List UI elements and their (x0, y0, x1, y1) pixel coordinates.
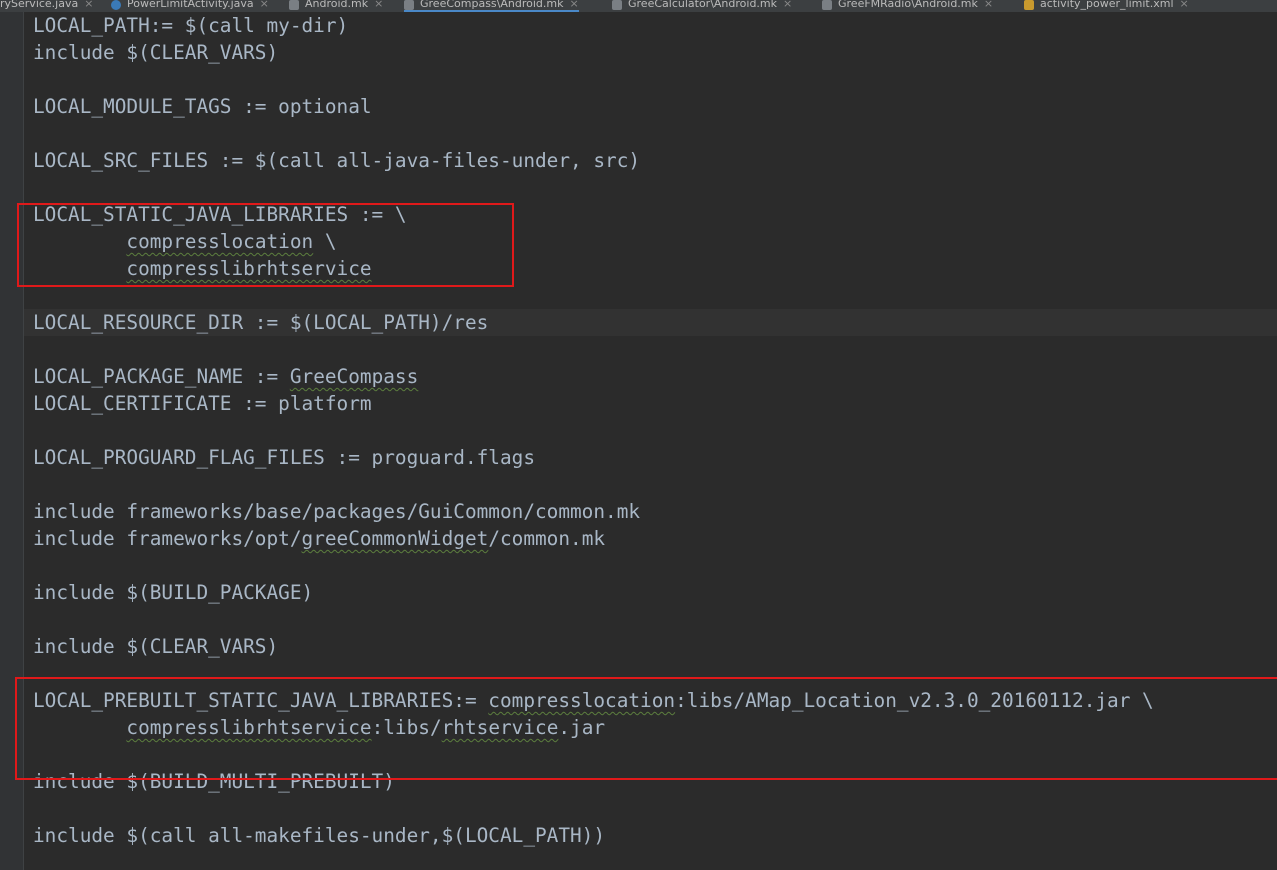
close-icon[interactable]: × (374, 0, 383, 10)
code-line-6: LOCAL_SRC_FILES := $(call all-java-files… (33, 149, 641, 172)
editor-tab-bar: ryService.java × PowerLimitActivity.java ×… (0, 0, 1277, 12)
tab-ryservice-java[interactable]: ryService.java × (0, 0, 93, 12)
code-line-19: include frameworks/base/packages/GuiComm… (33, 500, 641, 523)
tab-activity-power-limit-xml[interactable]: activity_power_limit.xml × (1024, 0, 1189, 12)
makefile-icon (612, 0, 622, 10)
java-class-icon (111, 0, 121, 10)
code-line-14: LOCAL_PACKAGE_NAME := GreeCompass (33, 365, 419, 388)
highlight-box-static-libraries (17, 203, 514, 287)
tab-android-mk[interactable]: Android.mk × (289, 0, 383, 12)
close-icon[interactable]: × (84, 0, 93, 10)
close-icon[interactable]: × (984, 0, 993, 10)
tab-greecalculator-android-mk[interactable]: GreeCalculator\Android.mk × (612, 0, 792, 12)
tab-label: activity_power_limit.xml (1040, 0, 1174, 10)
tab-powerlimitactivity-java[interactable]: PowerLimitActivity.java × (111, 0, 269, 12)
tab-label: GreeCalculator\Android.mk (628, 0, 778, 10)
tab-label: ryService.java (0, 0, 79, 10)
code-line-2: include $(CLEAR_VARS) (33, 41, 279, 64)
code-line-24: include $(CLEAR_VARS) (33, 635, 279, 658)
close-icon[interactable]: × (569, 0, 578, 10)
tab-label: GreeCompass\Android.mk (420, 0, 564, 10)
xml-file-icon (1024, 0, 1034, 10)
code-line-17: LOCAL_PROGUARD_FLAG_FILES := proguard.fl… (33, 446, 535, 469)
code-line-12-current: LOCAL_RESOURCE_DIR := $(LOCAL_PATH)/res (24, 309, 1277, 336)
tab-label: PowerLimitActivity.java (127, 0, 254, 10)
tab-label: GreeFMRadio\Android.mk (838, 0, 978, 10)
code-line-15: LOCAL_CERTIFICATE := platform (33, 392, 372, 415)
code-line-22: include $(BUILD_PACKAGE) (33, 581, 314, 604)
package-name: GreeCompass (289, 365, 419, 388)
makefile-icon (404, 0, 414, 10)
code-line-1: LOCAL_PATH:= $(call my-dir) (33, 14, 349, 37)
tab-greecompass-android-mk[interactable]: GreeCompass\Android.mk × (404, 0, 579, 12)
makefile-icon (822, 0, 832, 10)
tab-label: Android.mk (305, 0, 369, 10)
tab-greefmradio-android-mk[interactable]: GreeFMRadio\Android.mk × (822, 0, 993, 12)
close-icon[interactable]: × (783, 0, 792, 10)
makefile-icon (289, 0, 299, 10)
code-line-31: include $(call all-makefiles-under,$(LOC… (33, 824, 606, 847)
highlight-box-prebuilt-libraries (15, 677, 1277, 780)
close-icon[interactable]: × (1180, 0, 1189, 10)
path-segment: greeCommonWidget (301, 527, 489, 550)
code-line-4: LOCAL_MODULE_TAGS := optional (33, 95, 372, 118)
code-line-20: include frameworks/opt/greeCommonWidget/… (33, 527, 606, 550)
close-icon[interactable]: × (260, 0, 269, 10)
